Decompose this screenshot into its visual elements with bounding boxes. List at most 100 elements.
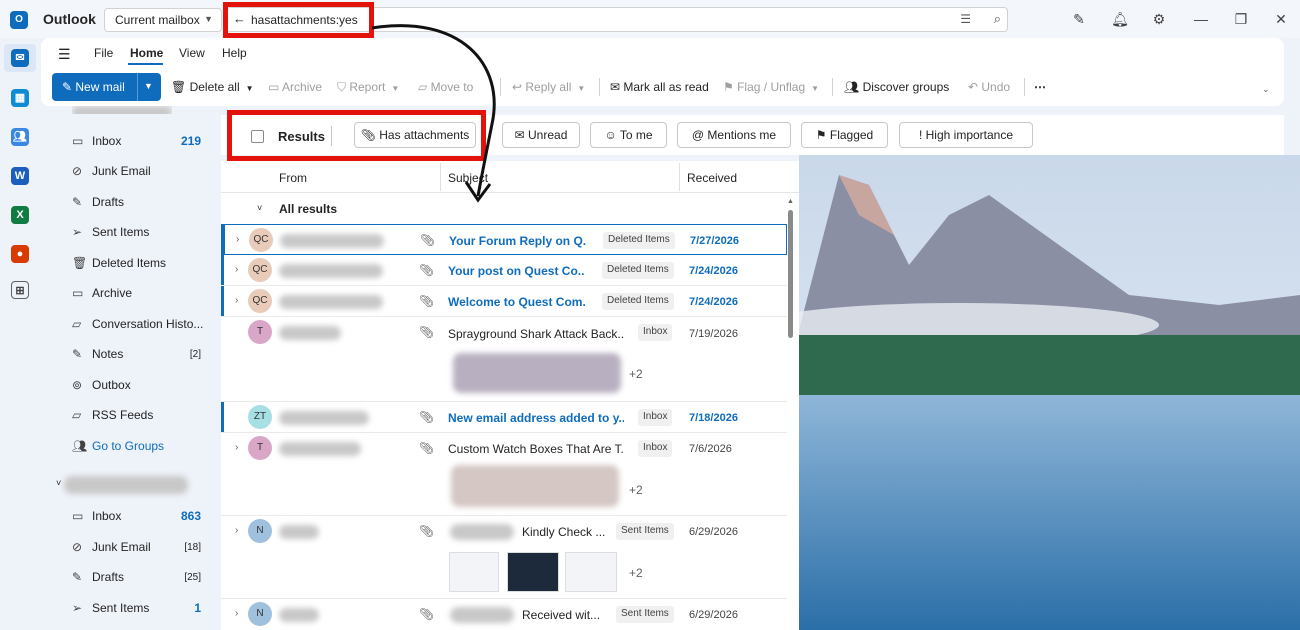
message-date: 7/6/2026 <box>689 443 732 455</box>
filter-to-me[interactable]: ☺ To me <box>590 122 667 148</box>
chevron-right-icon[interactable]: › <box>235 525 238 536</box>
attachment-preview[interactable] <box>451 465 619 507</box>
chevron-right-icon[interactable]: › <box>235 442 238 453</box>
excel-icon[interactable]: X <box>11 206 29 224</box>
sender-redacted <box>280 234 384 248</box>
more-attachments[interactable]: +2 <box>629 483 643 497</box>
folder-sent-items[interactable]: ➢ Sent Items <box>72 225 149 239</box>
message-row[interactable]: › N 📎︎ Kindly Check ... Sent Items 6/29/… <box>221 516 787 599</box>
send-icon: ➢ <box>72 225 83 239</box>
mark-all-read-button[interactable]: ✉ Mark all as read <box>610 80 709 94</box>
message-row[interactable]: › N 📎︎ Received wit... Sent Items 6/29/2… <box>221 599 787 630</box>
filter-high-importance[interactable]: ! High importance <box>899 122 1033 148</box>
chevron-down-icon[interactable]: ▼ <box>144 81 153 91</box>
toolbar-divider <box>1024 78 1025 96</box>
folder-inbox[interactable]: ▭ Inbox <box>72 509 121 523</box>
pencil-icon: ✎ <box>72 195 83 209</box>
filter-unread[interactable]: ✉ Unread <box>502 122 580 148</box>
chevron-down-icon: ▼ <box>577 84 586 93</box>
folder-sent-items[interactable]: ➢ Sent Items <box>72 601 149 615</box>
chevron-down-icon[interactable]: ˅ <box>56 478 61 488</box>
tab-home[interactable]: Home <box>130 46 163 60</box>
tab-help[interactable]: Help <box>222 46 247 60</box>
folder-notes[interactable]: ✎ Notes <box>72 347 123 361</box>
tab-view[interactable]: View <box>179 46 205 60</box>
message-row[interactable]: › QC 📎︎ Your post on Quest Co... Deleted… <box>221 255 787 286</box>
go-to-groups-link[interactable]: 👥︎ Go to Groups <box>72 439 164 453</box>
word-icon[interactable]: W <box>11 167 29 185</box>
avatar: T <box>248 320 272 344</box>
reply-all-button[interactable]: ↩ Reply all ▼ <box>512 80 585 94</box>
header-divider <box>221 192 799 193</box>
restore-icon[interactable]: ❐ <box>1232 11 1250 29</box>
apps-icon[interactable]: ⊞ <box>11 281 29 299</box>
chevron-right-icon[interactable]: › <box>235 608 238 619</box>
close-icon[interactable]: ✕ <box>1272 11 1290 29</box>
search-icon[interactable]: ⌕ <box>994 11 1001 27</box>
undo-button[interactable]: ↶ Undo <box>968 80 1010 94</box>
paperclip-icon: 📎︎ <box>419 524 435 538</box>
envelope-icon: ✉ <box>514 128 529 142</box>
attachment-preview[interactable] <box>453 353 621 393</box>
minimize-icon[interactable]: — <box>1192 11 1210 29</box>
more-attachments[interactable]: +2 <box>629 566 643 580</box>
scroll-up-icon[interactable]: ▲ <box>787 198 794 205</box>
message-row[interactable]: T 📎︎ Sprayground Shark Attack Back... In… <box>221 317 787 402</box>
people-icon[interactable]: 👥︎ <box>11 128 29 146</box>
filter-icon[interactable]: ☰ <box>960 12 971 26</box>
archive-button[interactable]: ▭ Archive <box>268 80 322 94</box>
folder-outbox[interactable]: ⊚ Outbox <box>72 378 131 392</box>
filter-mentions-me[interactable]: @ Mentions me <box>677 122 791 148</box>
folder-junk-email[interactable]: ⊘ Junk Email <box>72 540 151 554</box>
flag-unflag-button[interactable]: ⚑ Flag / Unflag ▼ <box>723 80 819 94</box>
folder-rss-feeds[interactable]: ▱ RSS Feeds <box>72 408 153 422</box>
chevron-right-icon[interactable]: › <box>235 264 238 275</box>
folder-drafts[interactable]: ✎ Drafts <box>72 195 124 209</box>
folder-drafts[interactable]: ✎ Drafts <box>72 570 124 584</box>
filter-flagged[interactable]: ⚑ Flagged <box>801 122 888 148</box>
flag-unflag-label: Flag / Unflag <box>737 80 806 94</box>
attachment-thumbnail[interactable] <box>449 552 499 592</box>
message-row[interactable]: › QC 📎︎ Welcome to Quest Com... Deleted … <box>221 286 787 317</box>
message-row[interactable]: › T 📎︎ Custom Watch Boxes That Are T... … <box>221 433 787 516</box>
folder-junk-email[interactable]: ⊘ Junk Email <box>72 164 151 178</box>
column-received[interactable]: Received <box>687 171 737 185</box>
message-date: 6/29/2026 <box>689 526 738 538</box>
hamburger-icon[interactable]: ☰ <box>58 46 71 63</box>
calendar-icon[interactable]: ▦ <box>11 89 29 107</box>
message-row[interactable]: ZT 📎︎ New email address added to y... In… <box>221 402 787 433</box>
outbox-icon: ⊚ <box>72 378 83 392</box>
column-from[interactable]: From <box>279 171 307 185</box>
pencil-icon: ✎ <box>72 570 83 584</box>
gear-icon[interactable]: ⚙ <box>1150 11 1168 29</box>
mail-icon[interactable]: ✉ <box>11 49 29 67</box>
message-date: 6/29/2026 <box>689 609 738 621</box>
chevron-right-icon[interactable]: › <box>235 295 238 306</box>
more-attachments[interactable]: +2 <box>629 367 643 381</box>
folder-deleted-items[interactable]: 🗑︎ Deleted Items <box>72 256 166 270</box>
expand-ribbon-icon[interactable]: ⌄ <box>1262 84 1270 95</box>
folder-tag: Inbox <box>638 440 673 457</box>
search-scope-dropdown[interactable]: Current mailbox ▼ <box>104 8 222 32</box>
notes-icon[interactable]: ✎ <box>1070 11 1088 29</box>
reply-all-icon: ↩ <box>512 80 526 94</box>
new-mail-button[interactable]: ✎ New mail ▼ <box>52 73 161 101</box>
folder-inbox[interactable]: ▭ Inbox <box>72 134 121 148</box>
office-icon[interactable]: ● <box>11 245 29 263</box>
folder-label: Drafts <box>92 570 125 584</box>
delete-all-button[interactable]: 🗑︎ Delete all ▼ <box>171 80 254 94</box>
bell-icon[interactable]: 🔔︎ <box>1111 11 1129 29</box>
tab-file[interactable]: File <box>94 46 113 60</box>
chevron-right-icon[interactable]: › <box>236 234 239 245</box>
folder-label: Inbox <box>92 134 122 148</box>
folder-conversation-history[interactable]: ▱ Conversation Histo... <box>72 317 203 331</box>
more-options-button[interactable]: ⋯ <box>1034 80 1046 94</box>
discover-groups-button[interactable]: 👥︎ Discover groups <box>844 80 949 94</box>
folder-tag: Deleted Items <box>602 293 674 310</box>
folder-archive[interactable]: ▭ Archive <box>72 286 132 300</box>
attachment-thumbnail[interactable] <box>507 552 559 592</box>
scrollbar-thumb[interactable] <box>788 210 793 338</box>
attachment-thumbnail[interactable] <box>565 552 617 592</box>
chevron-down-icon[interactable]: ˅ <box>257 203 262 213</box>
message-row[interactable]: › QC 📎︎ Your Forum Reply on Q... Deleted… <box>221 224 787 255</box>
